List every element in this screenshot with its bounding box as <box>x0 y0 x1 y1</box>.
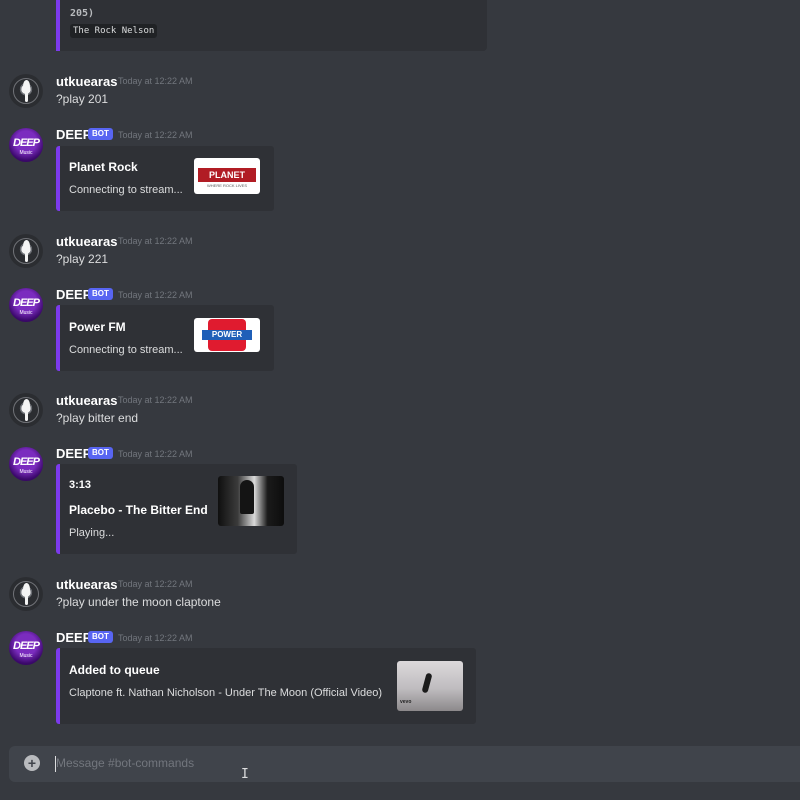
placebo-thumbnail[interactable] <box>218 476 284 526</box>
message-text: ?play 201 <box>56 92 109 106</box>
embed-description: Playing... <box>69 527 115 539</box>
bot-badge: BOT <box>88 631 113 643</box>
username[interactable]: utkuearas <box>56 577 117 592</box>
user-avatar[interactable] <box>9 74 43 108</box>
timestamp: Today at 12:22 AM <box>118 76 193 86</box>
message-text: ?play under the moon claptone <box>56 595 221 609</box>
previous-embed: 205) The Rock Nelson <box>56 0 487 51</box>
timestamp: Today at 12:22 AM <box>118 449 193 459</box>
user-avatar[interactable] <box>9 393 43 427</box>
timestamp: Today at 12:22 AM <box>118 236 193 246</box>
text-cursor-icon: I <box>241 767 249 782</box>
username[interactable]: utkuearas <box>56 393 117 408</box>
embed-text: 205) <box>70 8 95 19</box>
timestamp: Today at 12:22 AM <box>118 579 193 589</box>
bot-username[interactable]: DEEP <box>56 446 91 461</box>
embed-title: Added to queue <box>69 663 160 677</box>
track-duration: 3:13 <box>69 479 92 491</box>
embed-description: Connecting to stream... <box>69 344 183 356</box>
username[interactable]: utkuearas <box>56 74 117 89</box>
embed-title: Planet Rock <box>69 160 138 174</box>
message-composer[interactable]: + Message #bot-commands <box>9 746 800 782</box>
embed-code: The Rock Nelson <box>70 24 158 38</box>
timestamp: Today at 12:22 AM <box>118 633 193 643</box>
embed-title: Placebo - The Bitter End <box>69 503 208 517</box>
power-fm-thumbnail[interactable]: POWER <box>194 318 260 352</box>
embed-planet-rock: Planet Rock Connecting to stream... PLAN… <box>56 146 274 211</box>
embed-added-to-queue: Added to queue Claptone ft. Nathan Nicho… <box>56 648 476 724</box>
bot-badge: BOT <box>88 288 113 300</box>
claptone-thumbnail[interactable]: vevo <box>397 661 463 711</box>
embed-description: Claptone ft. Nathan Nicholson - Under Th… <box>69 687 383 699</box>
embed-now-playing: 3:13 Placebo - The Bitter End Playing... <box>56 464 297 554</box>
bot-avatar[interactable]: DEEP Music <box>9 128 43 162</box>
bot-badge: BOT <box>88 128 113 140</box>
embed-title: Power FM <box>69 320 126 334</box>
bot-username[interactable]: DEEP <box>56 287 91 302</box>
timestamp: Today at 12:22 AM <box>118 290 193 300</box>
timestamp: Today at 12:22 AM <box>118 395 193 405</box>
bot-username[interactable]: DEEP <box>56 127 91 142</box>
bot-avatar[interactable]: DEEP Music <box>9 447 43 481</box>
add-attachment-icon[interactable]: + <box>24 755 40 771</box>
username[interactable]: utkuearas <box>56 234 117 249</box>
timestamp: Today at 12:22 AM <box>118 130 193 140</box>
embed-power-fm: Power FM Connecting to stream... POWER <box>56 305 274 371</box>
user-avatar[interactable] <box>9 577 43 611</box>
message-text: ?play bitter end <box>56 411 139 425</box>
bot-username[interactable]: DEEP <box>56 630 91 645</box>
message-input-placeholder[interactable]: Message #bot-commands <box>56 756 194 770</box>
user-avatar[interactable] <box>9 234 43 268</box>
bot-avatar[interactable]: DEEP Music <box>9 631 43 665</box>
bot-avatar[interactable]: DEEP Music <box>9 288 43 322</box>
planet-rock-thumbnail[interactable]: PLANET ROCK WHERE ROCK LIVES <box>194 158 260 194</box>
bot-badge: BOT <box>88 447 113 459</box>
embed-description: Connecting to stream... <box>69 184 183 196</box>
message-text: ?play 221 <box>56 252 109 266</box>
